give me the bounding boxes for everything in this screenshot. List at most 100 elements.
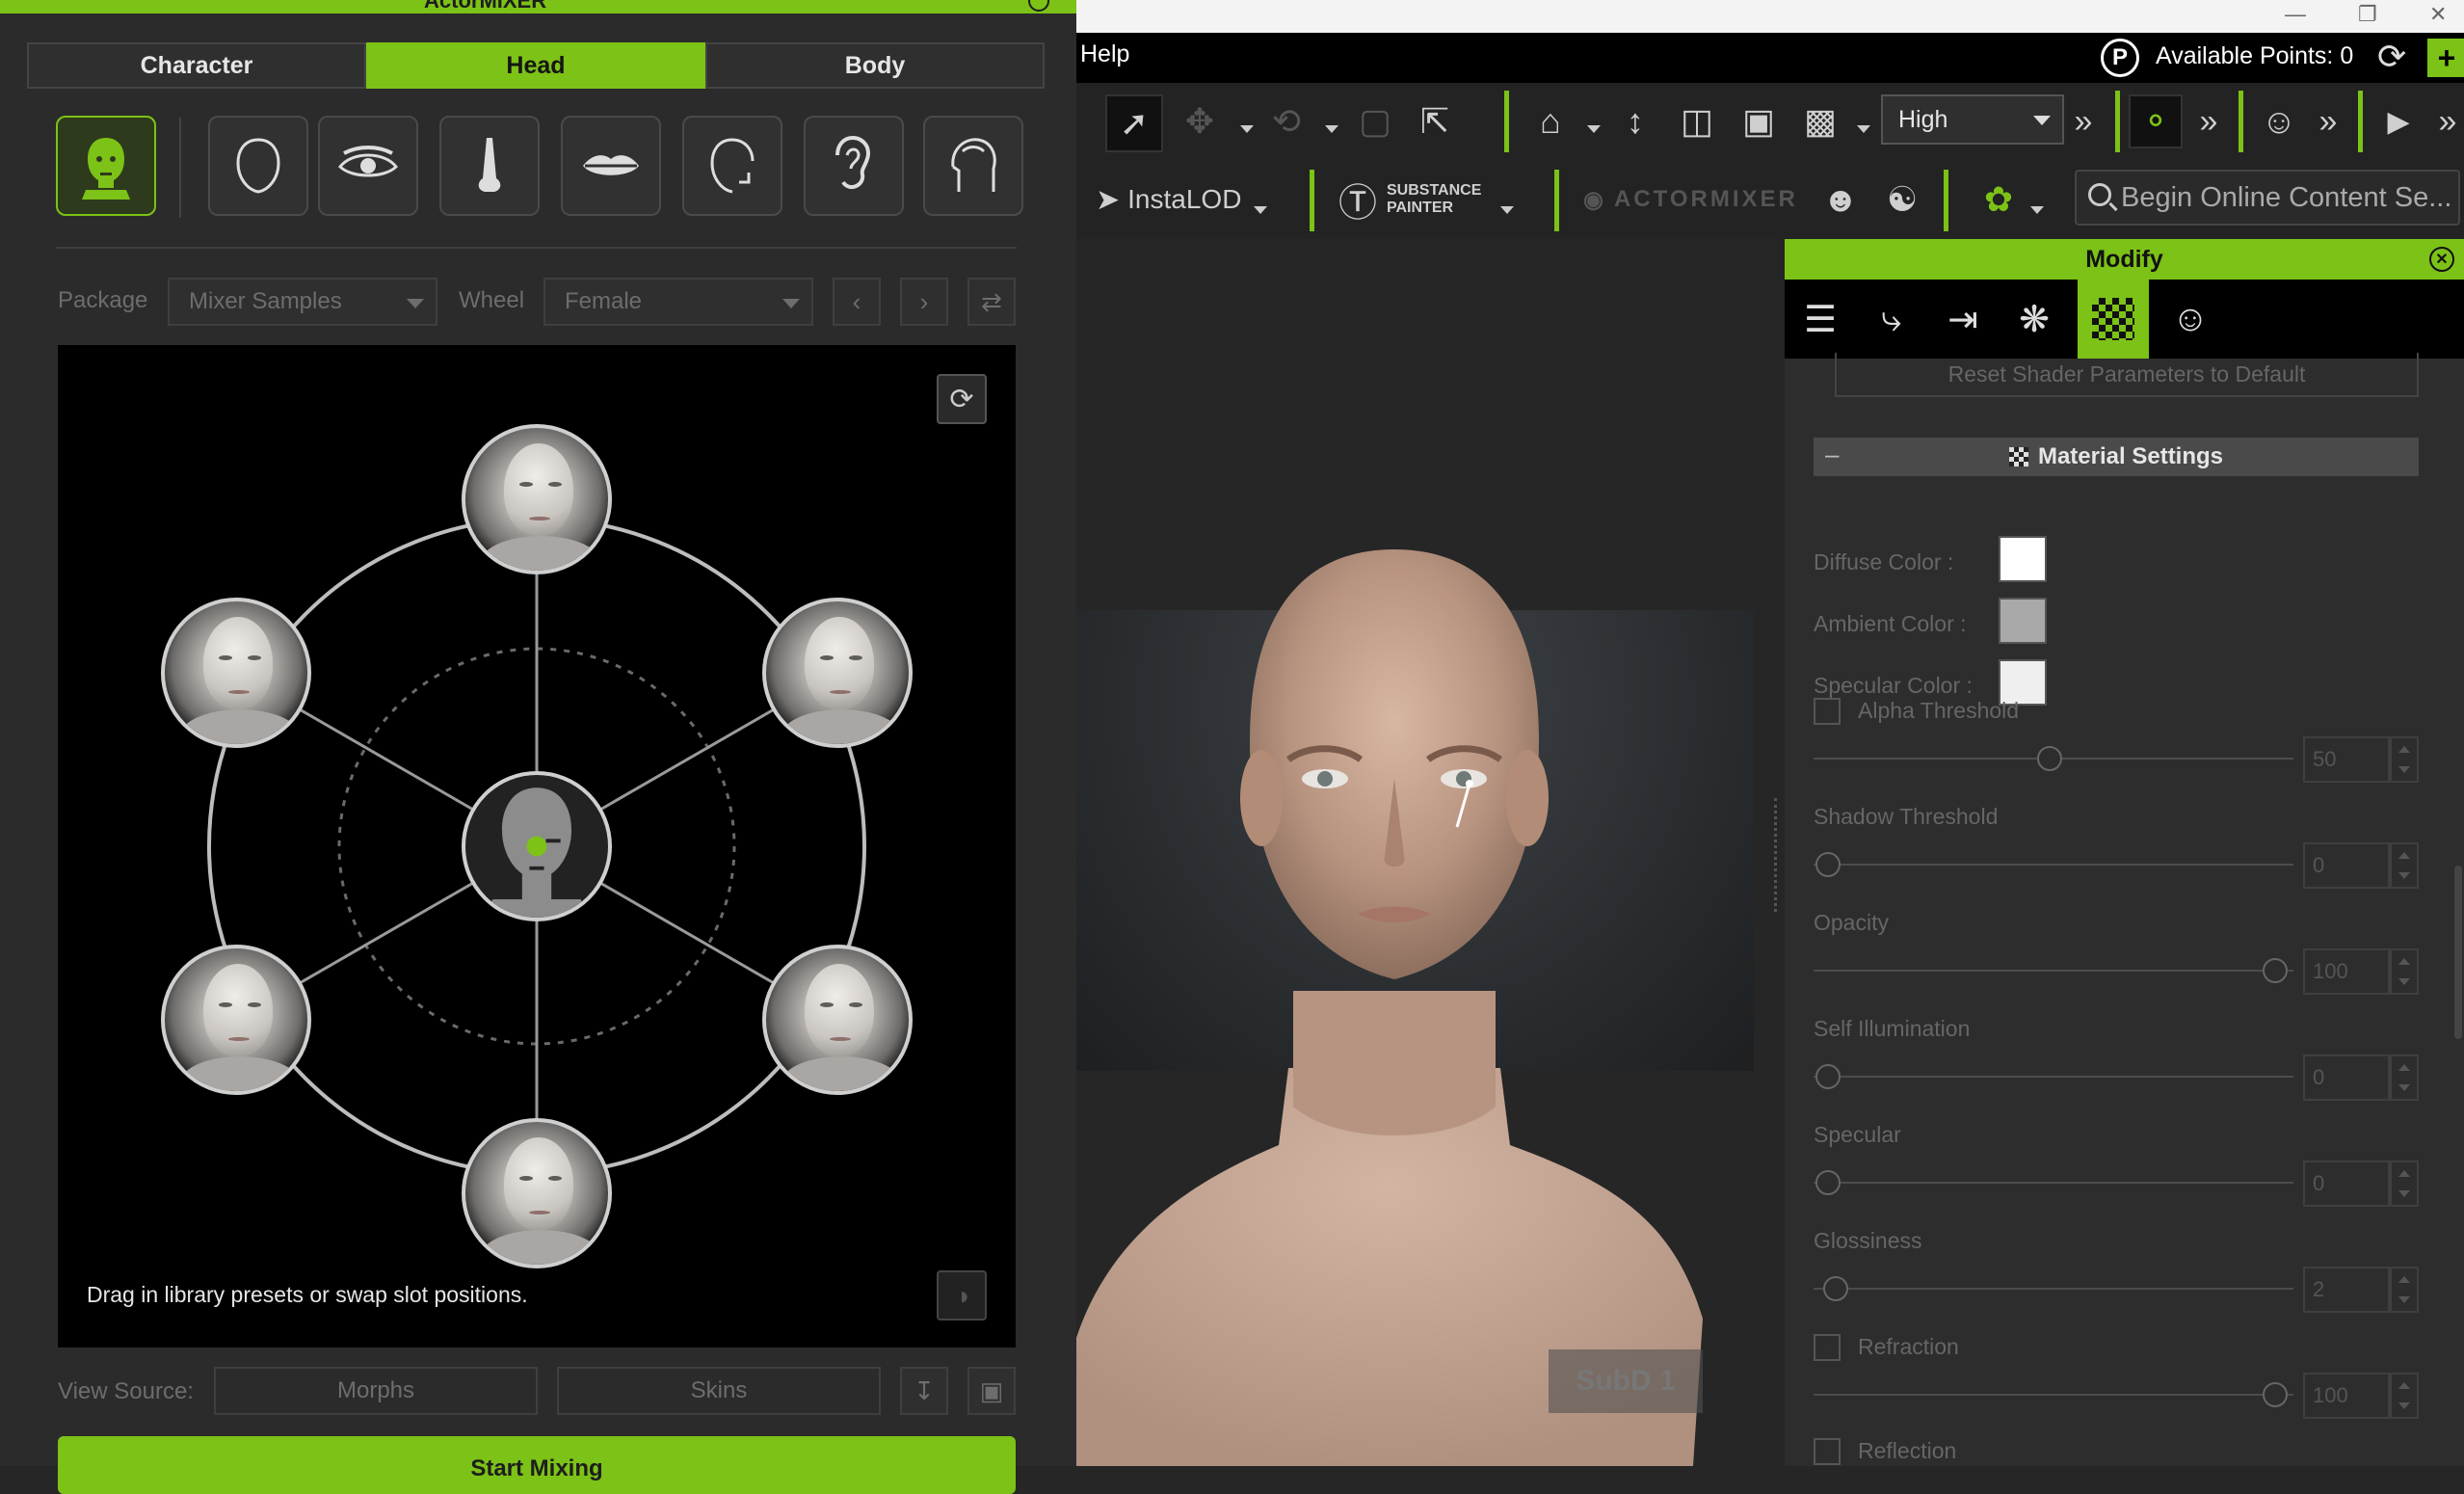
focus-button[interactable]: ▣ (1732, 94, 1786, 148)
mixer-wheel[interactable]: ⟳ Drag in library presets or swap slot p… (58, 345, 1016, 1347)
reset-shader-button[interactable]: Reset Shader Parameters to Default (1835, 353, 2419, 397)
frame-button[interactable]: ▩ (1793, 94, 1847, 148)
tab-character[interactable]: Character (27, 42, 366, 89)
tab-motion[interactable]: ⤷ (1856, 280, 1927, 359)
tab-head[interactable]: Head (366, 42, 705, 89)
tab-material[interactable] (2078, 280, 2149, 359)
add-points-button[interactable]: + (2427, 39, 2464, 77)
diffuse-color-swatch[interactable] (1999, 536, 2047, 582)
wheel-slot-upper-left[interactable] (161, 598, 311, 748)
self-illumination-knob[interactable] (1815, 1064, 1841, 1089)
menu-help[interactable]: Help (1080, 40, 1129, 68)
tab-appearance[interactable]: ❋ (1999, 280, 2070, 359)
close-icon[interactable] (1028, 0, 1049, 12)
more-tools-button-2[interactable]: » (2194, 94, 2223, 148)
snap-tool[interactable]: ⇱ (1408, 94, 1462, 148)
wheel-slot-upper-right[interactable] (762, 598, 913, 748)
shadow-threshold-slider[interactable] (1814, 864, 2293, 866)
reflection-checkbox[interactable] (1814, 1438, 1841, 1465)
wheel-dropdown[interactable]: Female (543, 278, 813, 326)
refraction-slider[interactable] (1814, 1394, 2293, 1396)
ear-feature-button[interactable] (804, 116, 904, 216)
refraction-stepper[interactable] (2390, 1373, 2419, 1419)
online-content-search[interactable]: Begin Online Content Se... (2075, 170, 2460, 226)
ambient-color-swatch[interactable] (1999, 598, 2047, 644)
substance-painter-button[interactable]: Ⓣ SUBSTANCE PAINTER (1338, 173, 1512, 226)
specular-stepper[interactable] (2390, 1161, 2419, 1207)
refresh-points-icon[interactable]: ⟳ (2377, 37, 2406, 77)
skull-feature-button[interactable] (923, 116, 1023, 216)
glossiness-knob[interactable] (1823, 1276, 1848, 1301)
sync-character-button[interactable]: ☯ (1876, 173, 1928, 226)
material-settings-header[interactable]: – Material Settings (1814, 438, 2419, 476)
shadow-threshold-knob[interactable] (1815, 852, 1841, 877)
import-button[interactable]: ↧ (900, 1367, 948, 1415)
play-button[interactable]: ▶ (2371, 94, 2425, 148)
restore-icon[interactable]: ❐ (2358, 2, 2377, 27)
alpha-threshold-checkbox[interactable] (1814, 698, 1841, 725)
tab-morph[interactable]: ⇥ (1927, 280, 1999, 359)
panel-splitter[interactable] (1774, 798, 1779, 912)
glossiness-stepper[interactable] (2390, 1267, 2419, 1313)
actormixer-button[interactable]: ◉ ACTORMIXER (1583, 173, 1805, 226)
add-character-button[interactable]: ☻ (1815, 173, 1867, 226)
fit-all-button[interactable]: ◫ (1670, 94, 1724, 148)
self-illumination-slider[interactable] (1814, 1076, 2293, 1078)
opacity-slider[interactable] (1814, 970, 2293, 972)
more-tools-button-4[interactable]: » (2433, 94, 2462, 148)
instalod-button[interactable]: ➤ InstaLOD (1096, 173, 1241, 226)
specular-slider[interactable] (1814, 1182, 2293, 1184)
3d-viewport[interactable]: SubD 1 (1076, 239, 1785, 1466)
self-illumination-input[interactable]: 0 (2303, 1054, 2390, 1101)
tab-headshot[interactable]: ☺ (2155, 280, 2226, 359)
wheel-slot-lower-right[interactable] (762, 945, 913, 1095)
wheel-slot-bottom[interactable] (462, 1118, 612, 1268)
skins-button[interactable]: Skins (557, 1367, 881, 1415)
specular-knob[interactable] (1815, 1170, 1841, 1195)
more-tools-button-3[interactable]: » (2314, 94, 2343, 148)
tab-body[interactable]: Body (705, 42, 1045, 89)
shadow-threshold-stepper[interactable] (2390, 842, 2419, 889)
face-shape-feature-button[interactable] (208, 116, 308, 216)
glossiness-slider[interactable] (1814, 1288, 2293, 1290)
scrollbar[interactable] (2454, 866, 2462, 1039)
start-mixing-button[interactable]: Start Mixing (58, 1436, 1016, 1494)
opacity-knob[interactable] (2263, 958, 2288, 983)
opacity-input[interactable]: 100 (2303, 948, 2390, 995)
wheel-slot-top[interactable] (462, 424, 612, 574)
alpha-threshold-knob[interactable] (2037, 746, 2062, 771)
scale-tool[interactable]: ▢ (1348, 94, 1402, 148)
minimize-icon[interactable]: — (2285, 2, 2306, 27)
previous-wheel-button[interactable]: ‹ (833, 278, 881, 326)
jaw-feature-button[interactable] (682, 116, 782, 216)
select-tool[interactable]: ➚ (1105, 94, 1163, 152)
shadow-threshold-input[interactable]: 0 (2303, 842, 2390, 889)
alpha-threshold-input[interactable]: 50 (2303, 736, 2390, 783)
alpha-threshold-stepper[interactable] (2390, 736, 2419, 783)
opacity-stepper[interactable] (2390, 948, 2419, 995)
refraction-input[interactable]: 100 (2303, 1373, 2390, 1419)
nose-feature-button[interactable] (439, 116, 540, 216)
package-dropdown[interactable]: Mixer Samples (168, 278, 437, 326)
lips-feature-button[interactable] (561, 116, 661, 216)
shuffle-button[interactable]: ⇄ (967, 278, 1016, 326)
close-icon[interactable]: ✕ (2429, 2, 2447, 27)
pick-parent-button[interactable]: ⚬ (2129, 94, 2183, 148)
tab-attributes[interactable]: ☰ (1785, 280, 1856, 359)
self-illumination-stepper[interactable] (2390, 1054, 2419, 1101)
collapse-icon[interactable]: – (1825, 440, 1839, 469)
eye-feature-button[interactable] (318, 116, 418, 216)
fit-vertical-button[interactable]: ↕ (1608, 94, 1662, 148)
home-view-button[interactable]: ⌂ (1523, 94, 1577, 148)
refraction-checkbox[interactable] (1814, 1334, 1841, 1361)
morphs-button[interactable]: Morphs (214, 1367, 538, 1415)
wheel-center-slot[interactable] (462, 771, 612, 921)
head-feature-button[interactable] (56, 116, 156, 216)
rotate-tool[interactable]: ⟲ (1259, 94, 1313, 148)
refraction-knob[interactable] (2263, 1382, 2288, 1407)
gauge-button[interactable]: ◑ (937, 1270, 987, 1321)
glossiness-input[interactable]: 2 (2303, 1267, 2390, 1313)
close-icon[interactable]: ✕ (2429, 247, 2454, 272)
specular-input[interactable]: 0 (2303, 1161, 2390, 1207)
next-wheel-button[interactable]: › (900, 278, 948, 326)
